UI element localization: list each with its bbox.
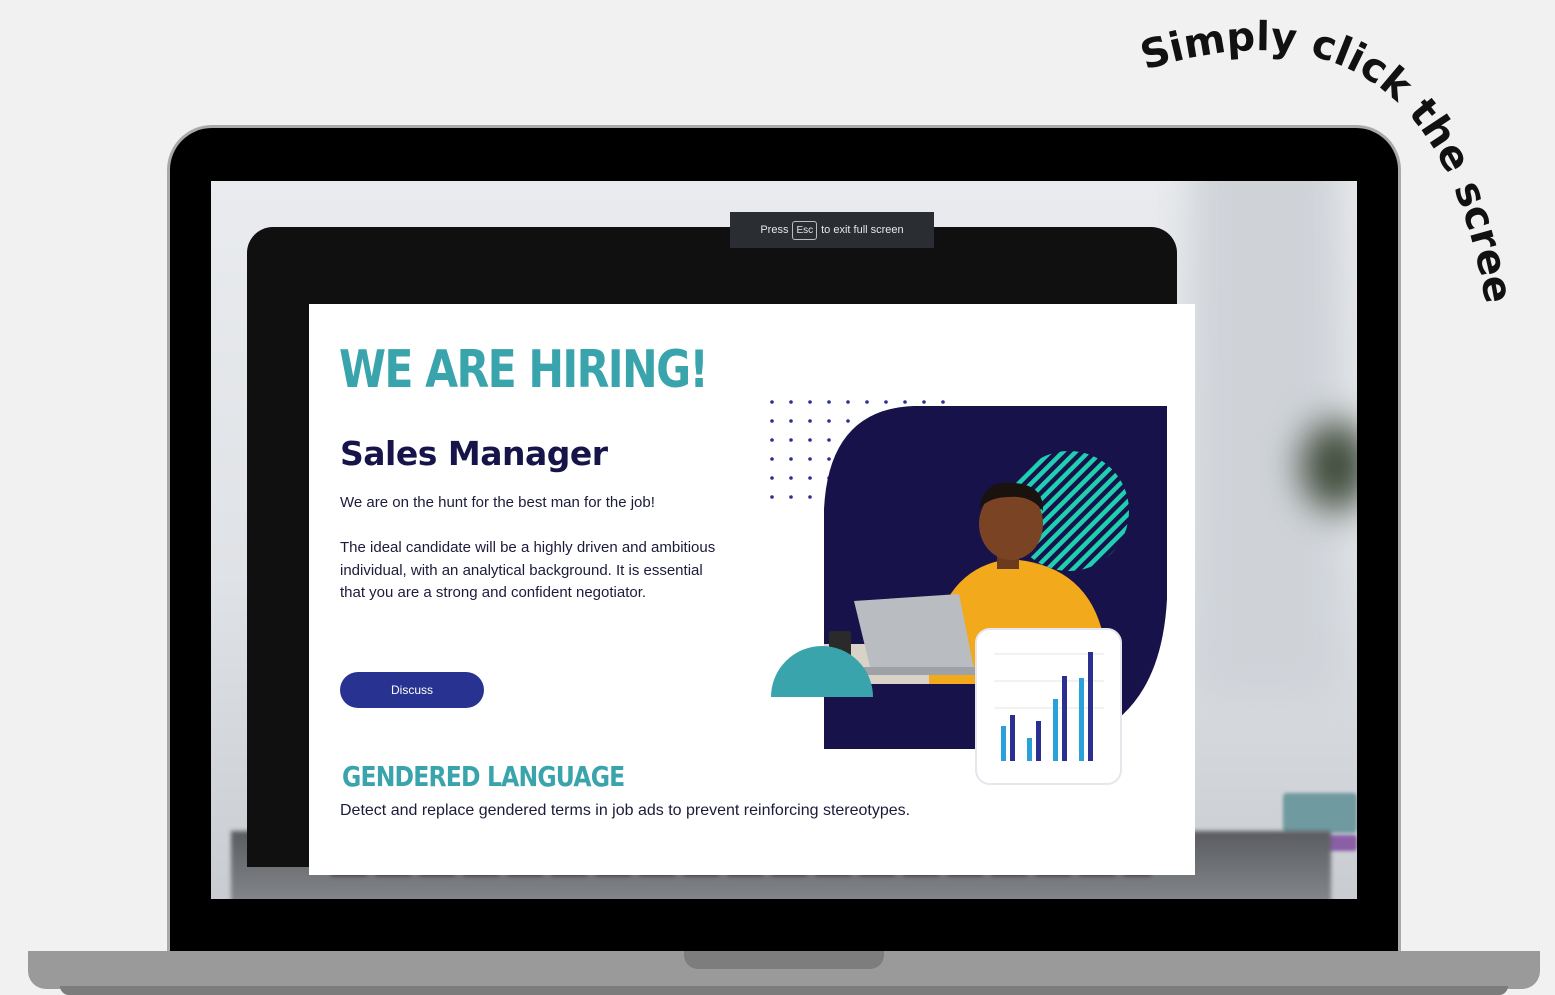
chart-bar [1027,738,1032,761]
laptop-base-edge [60,986,1508,995]
esc-key: Esc [792,220,818,240]
chart-bar [1010,715,1015,761]
section-title: GENDERED LANGUAGE [342,760,625,793]
laptop-notch [684,951,884,969]
person-laptop [854,594,974,671]
banner-suffix-text: to exit full screen [821,224,904,236]
chart-bar [1062,676,1067,761]
chart-bar [1079,678,1084,761]
background-book [1283,793,1357,833]
slide-title: WE ARE HIRING! [339,340,709,400]
job-intro: We are on the hunt for the best man for … [340,494,655,511]
job-ad-slide: WE ARE HIRING! Sales Manager We are on t… [309,304,1195,875]
chart-bar [1053,699,1058,761]
fullscreen-banner: Press Esc to exit full screen [730,212,934,248]
chart-bar [1036,721,1041,761]
laptop-screen[interactable]: WE ARE HIRING! Sales Manager We are on t… [211,181,1357,899]
discuss-button[interactable]: Discuss [340,672,484,708]
chart-card [975,628,1122,785]
section-description: Detect and replace gendered terms in job… [340,802,911,819]
banner-press-text: Press [760,224,789,236]
hiring-illustration [769,399,1167,785]
person-laptop-base [849,667,989,675]
job-title: Sales Manager [340,434,608,473]
photo-laptop: WE ARE HIRING! Sales Manager We are on t… [247,227,1195,875]
job-description: The ideal candidate will be a highly dri… [340,539,716,601]
chart-bar [1001,726,1006,761]
chart-bar [1088,652,1093,761]
